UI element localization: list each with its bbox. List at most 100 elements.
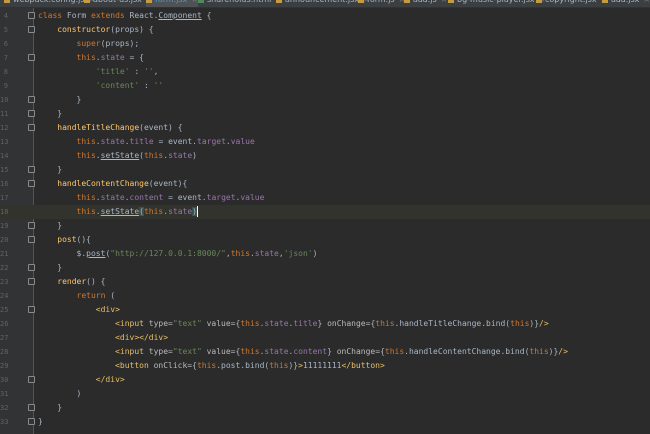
- code-line[interactable]: 19 }: [0, 219, 650, 233]
- code-text: 'title' : '',: [38, 65, 159, 79]
- code-token: (props) {: [110, 25, 154, 34]
- tab-4[interactable]: announcement.jsx×: [276, 0, 370, 7]
- tab-8[interactable]: copyright.jsx×: [536, 0, 607, 7]
- fold-marker-icon[interactable]: [28, 166, 35, 173]
- code-line[interactable]: 27 <div></div>: [0, 331, 650, 345]
- code-text: handleTitleChange(event) {: [38, 121, 182, 135]
- code-text: this.setState(this.state): [38, 149, 197, 163]
- fold-marker-icon[interactable]: [28, 222, 35, 229]
- fold-marker-icon[interactable]: [28, 376, 35, 383]
- code-line[interactable]: 10 }: [0, 93, 650, 107]
- fold-marker-icon[interactable]: [28, 306, 35, 313]
- tab-2[interactable]: form.jsx×: [146, 0, 199, 7]
- code-token: onChange=: [336, 347, 381, 356]
- code-line[interactable]: 28 <input type="text" value={this.state.…: [0, 345, 650, 359]
- code-line[interactable]: 6 super(props);: [0, 37, 650, 51]
- code-line[interactable]: 8 'title' : '',: [0, 65, 650, 79]
- code-text: ): [38, 387, 82, 401]
- fold-marker-icon[interactable]: [28, 418, 35, 425]
- close-icon[interactable]: ×: [643, 0, 650, 4]
- code-line[interactable]: 31 ): [0, 387, 650, 401]
- code-text: <div></div>: [38, 331, 168, 345]
- code-token: (props);: [100, 39, 140, 48]
- tab-7[interactable]: bg-music-player.jsx×: [448, 0, 545, 7]
- fold-marker-icon[interactable]: [28, 264, 35, 271]
- code-line[interactable]: 14 this.setState(this.state): [0, 149, 650, 163]
- code-line[interactable]: 15 }: [0, 163, 650, 177]
- tab-6[interactable]: aaa.js ×: [404, 0, 447, 7]
- fold-marker-icon[interactable]: [28, 236, 35, 243]
- code-token: state: [168, 207, 193, 216]
- code-text: handleContentChange(event){: [38, 177, 187, 191]
- tab-5[interactable]: form.js×: [358, 0, 405, 7]
- code-line[interactable]: 30 </div>: [0, 373, 650, 387]
- code-line[interactable]: 17 this.state.content = event.target.val…: [0, 191, 650, 205]
- code-token: extends: [91, 11, 130, 20]
- line-number: 8: [3, 68, 8, 76]
- code-editor[interactable]: 4 class Form extends React.Component {5 c…: [0, 8, 650, 434]
- tab-label: webpack.config.js: [13, 0, 85, 4]
- code-line[interactable]: 25 <div>: [0, 303, 650, 317]
- line-number: 11: [0, 110, 9, 118]
- code-token: value: [230, 137, 255, 146]
- code-line[interactable]: 9 'content' : '': [0, 79, 650, 93]
- code-token: )}: [288, 361, 299, 370]
- code-line[interactable]: 33}: [0, 415, 650, 429]
- line-number: 15: [0, 166, 9, 174]
- tab-0[interactable]: webpack.config.js×: [4, 0, 95, 7]
- fold-marker-icon[interactable]: [28, 54, 35, 61]
- line-number: 25: [0, 306, 9, 314]
- code-line[interactable]: 32 }: [0, 401, 650, 415]
- code-line[interactable]: 26 <input type="text" value={this.state.…: [0, 317, 650, 331]
- code-line[interactable]: 7 this.state = {: [0, 51, 650, 65]
- close-icon[interactable]: ×: [441, 0, 448, 4]
- code-line[interactable]: 20 post(){: [0, 233, 650, 247]
- code-line[interactable]: 16 handleContentChange(event){: [0, 177, 650, 191]
- fold-marker-icon[interactable]: [28, 180, 35, 187]
- code-line[interactable]: 24 return (: [0, 289, 650, 303]
- fold-marker-icon[interactable]: [28, 404, 35, 411]
- code-token: />: [558, 347, 568, 356]
- fold-marker-icon[interactable]: [28, 12, 35, 19]
- line-number: 13: [0, 138, 9, 146]
- line-number: 32: [0, 404, 9, 412]
- code-line[interactable]: 22 }: [0, 261, 650, 275]
- code-line[interactable]: 23 render() {: [0, 275, 650, 289]
- code-line[interactable]: 11 }: [0, 107, 650, 121]
- fold-marker-icon[interactable]: [28, 26, 35, 33]
- code-text: }: [38, 163, 62, 177]
- tab-9[interactable]: aaa.jsx ×: [602, 0, 650, 7]
- fold-marker-icon[interactable]: [28, 110, 35, 117]
- code-token: setState: [100, 207, 140, 216]
- code-line[interactable]: 12 handleTitleChange(event) {: [0, 121, 650, 135]
- tab-1[interactable]: about-us.jsx×: [84, 0, 153, 7]
- tab-3[interactable]: shareholds.html×: [198, 0, 282, 7]
- code-line[interactable]: 4 class Form extends React.Component {: [0, 9, 650, 23]
- code-text: }: [38, 415, 43, 429]
- fold-marker-icon[interactable]: [28, 96, 35, 103]
- code-token: class: [38, 11, 67, 20]
- code-line[interactable]: 29 <button onClick={this.post.bind(this)…: [0, 359, 650, 373]
- code-line[interactable]: 21 $.post("http://127.0.0.1:8000/",this.…: [0, 247, 650, 261]
- code-line[interactable]: 13 this.state.title = event.target.value: [0, 135, 650, 149]
- code-line[interactable]: 18 this.setState(this.state): [0, 205, 650, 219]
- file-icon: [448, 0, 454, 3]
- fold-marker-icon[interactable]: [28, 278, 35, 285]
- code-token: type=: [148, 347, 173, 356]
- code-token: this: [240, 319, 260, 328]
- fold-marker-icon[interactable]: [28, 124, 35, 131]
- tab-label: aaa.jsx: [611, 0, 639, 4]
- code-line[interactable]: 5 constructor(props) {: [0, 23, 650, 37]
- code-token: handleTitleChange: [57, 123, 140, 132]
